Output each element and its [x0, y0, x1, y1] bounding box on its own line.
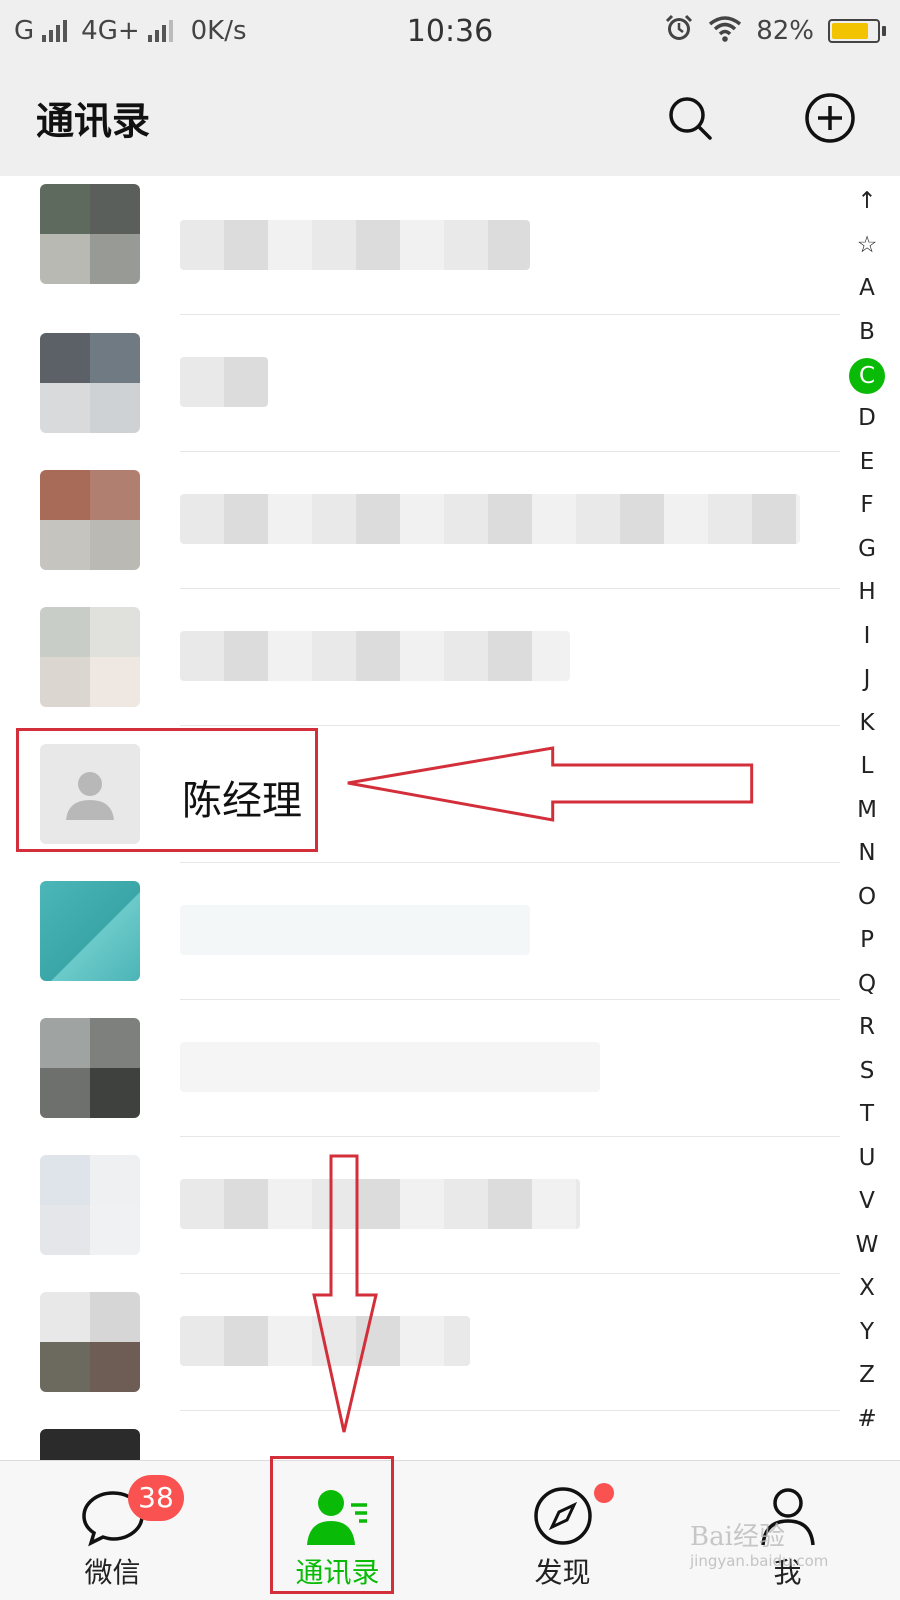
add-button[interactable] [802, 90, 858, 146]
alpha-index-letter[interactable]: Y [849, 1311, 885, 1355]
alpha-index-letter[interactable]: M [849, 789, 885, 833]
alpha-index-letter[interactable]: D [849, 397, 885, 441]
alpha-index-letter[interactable]: U [849, 1137, 885, 1181]
annotation-arrow-left [347, 746, 754, 822]
alpha-index-letter[interactable]: X [849, 1267, 885, 1311]
net-speed: 0K/s [190, 16, 247, 46]
compass-icon [533, 1487, 592, 1545]
alpha-index-letter[interactable]: P [849, 919, 885, 963]
battery-percent: 82% [756, 16, 814, 46]
watermark-url: jingyan.baidu.com [690, 1552, 829, 1570]
avatar [40, 333, 140, 433]
alpha-index-letter[interactable]: A [849, 267, 885, 311]
contact-row[interactable] [0, 176, 900, 315]
alpha-index-letter[interactable]: R [849, 1006, 885, 1050]
tab-chats[interactable]: 38 微信 [0, 1461, 225, 1600]
network-label: 4G+ [81, 16, 140, 46]
alpha-index-letter[interactable]: Z [849, 1354, 885, 1398]
search-button[interactable] [662, 90, 718, 146]
contact-row[interactable] [0, 1272, 900, 1411]
tab-discover[interactable]: 发现 [450, 1461, 675, 1600]
avatar [40, 1018, 140, 1118]
tab-label: 发现 [534, 1556, 591, 1589]
alpha-index-letter[interactable]: F [849, 484, 885, 528]
blurred-contact-name [180, 905, 530, 955]
alpha-index-letter[interactable]: H [849, 571, 885, 615]
alpha-index-letter[interactable]: B [849, 311, 885, 355]
alpha-index-letter[interactable]: L [849, 745, 885, 789]
contact-row[interactable] [0, 861, 900, 1000]
contact-row[interactable] [0, 1409, 900, 1460]
alpha-index-letter[interactable]: Q [849, 963, 885, 1007]
plus-circle-icon [805, 93, 855, 143]
alpha-index-letter[interactable]: G [849, 528, 885, 572]
alpha-index-letter[interactable]: ☆ [849, 224, 885, 268]
header: 通讯录 [0, 62, 900, 176]
contact-row[interactable] [0, 587, 900, 726]
search-icon [669, 97, 712, 140]
blurred-contact-name [180, 220, 530, 270]
alpha-index-letter[interactable]: S [849, 1050, 885, 1094]
contact-row[interactable] [0, 1135, 900, 1274]
blurred-contact-name [180, 1042, 600, 1092]
avatar [40, 607, 140, 707]
carrier-label: G [14, 16, 35, 46]
blurred-contact-name [180, 631, 570, 681]
alpha-index-letter[interactable]: C [849, 358, 885, 394]
unread-badge: 38 [128, 1475, 184, 1521]
alpha-index-letter[interactable]: V [849, 1180, 885, 1224]
annotation-box-tab [270, 1456, 394, 1594]
status-bar: G 4G+ 0K/s 10:36 82% [0, 0, 900, 62]
alphabet-index[interactable]: ↑ ☆ A B C D E F G H I J K L M N O P Q R S T U V W X Y Z # [842, 180, 892, 1441]
annotation-arrow-down [312, 1154, 378, 1433]
avatar [40, 881, 140, 981]
signal-icon-2 [147, 20, 173, 42]
avatar [40, 1292, 140, 1392]
watermark-logo: Bai经验 [690, 1522, 785, 1552]
tab-label: 微信 [84, 1556, 141, 1589]
avatar [40, 184, 140, 284]
status-right: 82% [664, 0, 886, 62]
battery-level-fill [832, 23, 869, 39]
status-left: G 4G+ 0K/s [14, 16, 247, 46]
alpha-index-letter[interactable]: J [849, 658, 885, 702]
battery-icon [828, 19, 886, 43]
new-dot-badge [594, 1483, 614, 1503]
signal-icon [42, 20, 68, 42]
alpha-index-letter[interactable]: O [849, 876, 885, 920]
avatar [40, 1429, 140, 1460]
alpha-index-letter[interactable]: W [849, 1224, 885, 1268]
alpha-index-letter[interactable]: ↑ [849, 180, 885, 224]
wifi-icon [708, 14, 742, 49]
clock: 10:36 [406, 13, 494, 49]
annotation-box-contact [16, 728, 318, 852]
blurred-contact-name [180, 494, 800, 544]
alpha-index-letter[interactable]: N [849, 832, 885, 876]
alpha-index-letter[interactable]: T [849, 1093, 885, 1137]
alpha-index-letter[interactable]: K [849, 702, 885, 746]
alpha-index-letter[interactable]: # [849, 1398, 885, 1442]
alpha-index-letter[interactable]: E [849, 441, 885, 485]
avatar [40, 1155, 140, 1255]
alarm-icon [664, 13, 694, 50]
page-title: 通讯录 [36, 99, 151, 143]
blurred-contact-name [180, 357, 268, 407]
alpha-index-letter[interactable]: I [849, 615, 885, 659]
contact-row[interactable] [0, 313, 900, 452]
contact-row[interactable] [0, 998, 900, 1137]
contact-row[interactable] [0, 450, 900, 589]
avatar [40, 470, 140, 570]
